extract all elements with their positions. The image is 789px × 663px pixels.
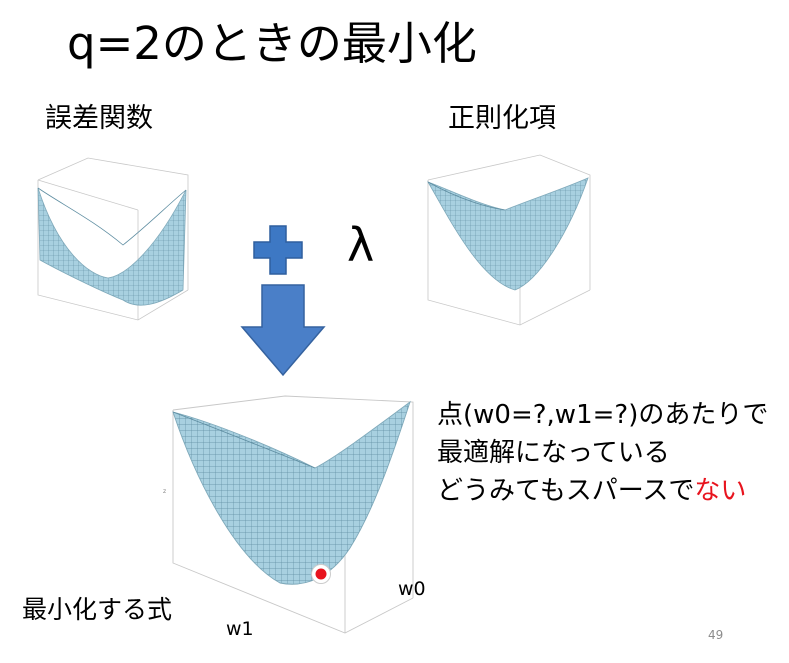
plus-icon	[253, 225, 303, 275]
description-line-1: 点(w0=?,w1=?)のあたりで	[437, 400, 769, 430]
description-line-3-normal: どうみてもスパースで	[437, 476, 695, 506]
regularization-term-label: 正則化項	[448, 103, 556, 134]
down-arrow-icon	[240, 284, 326, 377]
objective-surface-plot: z	[163, 395, 414, 634]
slide-title: q=2のときの最小化	[67, 17, 477, 70]
axis-w0-label: w0	[398, 578, 426, 600]
regularization-surface-plot	[427, 154, 591, 326]
description-text: 点(w0=?,w1=?)のあたりで 最適解になっている どうみてもスパースでない	[437, 396, 768, 510]
page-number: 49	[708, 628, 724, 642]
minimum-point-icon	[311, 564, 331, 584]
description-line-3: どうみてもスパースでない	[437, 472, 768, 510]
error-function-label: 誤差関数	[45, 103, 153, 134]
axis-w1-label: w1	[226, 618, 254, 640]
lambda-symbol: λ	[347, 218, 375, 272]
description-line-2: 最適解になっている	[437, 438, 670, 468]
svg-text:z: z	[163, 488, 166, 495]
error-function-surface-plot	[37, 157, 189, 321]
objective-label: 最小化する式	[22, 595, 173, 624]
description-highlight: ない	[694, 476, 747, 506]
